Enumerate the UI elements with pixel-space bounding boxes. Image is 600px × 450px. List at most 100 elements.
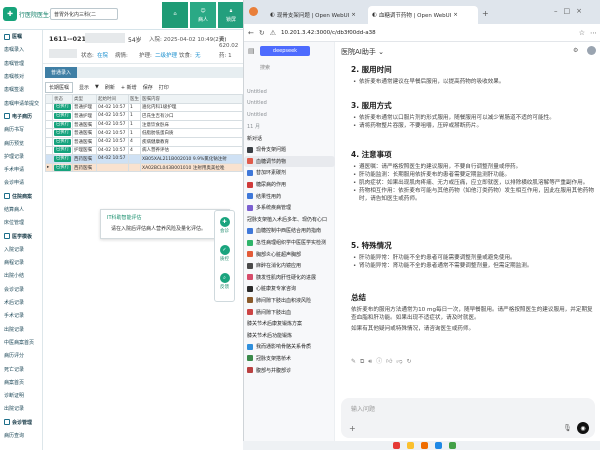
chat-history-item[interactable]: 肠间隙下肢出血 bbox=[244, 306, 335, 318]
app-icon[interactable] bbox=[393, 442, 400, 449]
microphone-icon[interactable]: 🎙︎ bbox=[563, 424, 572, 432]
chat-history-item[interactable]: 冠脉支架植入术后多年、现仍有心口 bbox=[244, 214, 335, 226]
sidebar-item[interactable]: 出院记录 bbox=[0, 402, 42, 415]
chat-history-item[interactable]: 结果性用药 bbox=[244, 190, 335, 202]
sidebar-item[interactable]: 死亡记录 bbox=[0, 362, 42, 375]
sidebar-search[interactable]: 搜索 bbox=[260, 64, 270, 71]
chat-history-item[interactable]: 腹部与并腹部诊 bbox=[244, 364, 335, 376]
table-row[interactable]: 已执行 护理医嘱 04-02 10:57 4 病人营养评估 bbox=[45, 145, 243, 156]
menu-icon[interactable]: ⋯ bbox=[590, 29, 597, 37]
chat-input-box[interactable]: 输入问题 + 🎙︎ ◉ bbox=[341, 398, 595, 438]
sidebar-item[interactable]: 手术记录 bbox=[0, 309, 42, 322]
chat-history-item[interactable]: 冠脉支架搭桥术 bbox=[244, 353, 335, 365]
app-icon[interactable] bbox=[407, 442, 414, 449]
chat-history-item[interactable]: Untitled bbox=[244, 86, 335, 98]
float-button-feedback[interactable]: ⌕ 反馈 bbox=[215, 267, 234, 295]
sidebar-item[interactable]: 术后记录 bbox=[0, 296, 42, 309]
sidebar-item[interactable]: 会诊申请 bbox=[0, 176, 42, 189]
sidebar-item[interactable]: 手术申请 bbox=[0, 163, 42, 176]
sidebar-item[interactable]: 中医病案首页 bbox=[0, 336, 42, 349]
table-row[interactable]: 已执行 普通医嘱 04-02 10:57 4 疾病健康教育 bbox=[45, 136, 243, 147]
float-button-consult[interactable]: ✚ 会诊 bbox=[215, 211, 234, 239]
sidebar-item[interactable]: 病历评分 bbox=[0, 349, 42, 362]
table-row[interactable]: 已执行 普通护理 04-02 10:57 1 巴氏生吉有沙口 bbox=[45, 111, 243, 121]
sidebar-item[interactable]: 病历书写 bbox=[0, 123, 42, 136]
sidebar-item[interactable]: 患嘱签退 bbox=[0, 83, 42, 96]
add-button[interactable]: + 新增 bbox=[121, 84, 137, 91]
user-avatar[interactable] bbox=[587, 46, 596, 55]
profile-avatar[interactable] bbox=[249, 7, 258, 16]
top-button-home[interactable]: ⌂ bbox=[162, 2, 188, 28]
chat-history-item[interactable]: 新对话 bbox=[244, 132, 335, 144]
sidebar-item[interactable]: 出院小结 bbox=[0, 269, 42, 282]
star-icon[interactable]: ☆ bbox=[579, 29, 585, 37]
close-icon[interactable]: × bbox=[453, 12, 458, 18]
chat-history-item[interactable]: 膝关节术后功能锻炼 bbox=[244, 329, 335, 341]
sidebar-item[interactable]: 病历预览 bbox=[0, 136, 42, 149]
chat-history-item[interactable]: 替加环素碳剂 bbox=[244, 167, 335, 179]
sidebar-item[interactable]: 床位管理 bbox=[0, 216, 42, 229]
app-icon[interactable] bbox=[449, 442, 456, 449]
chat-history-item[interactable]: 我而通影响骨骼关系骨质 bbox=[244, 341, 335, 353]
chat-history-item[interactable]: 多系统疾病管理 bbox=[244, 202, 335, 214]
sidebar-item[interactable]: 会诊记录 bbox=[0, 283, 42, 296]
department-select[interactable]: 普胃外化内三科(二 bbox=[50, 8, 118, 20]
sidebar-item[interactable]: 患嘱录入 bbox=[0, 43, 42, 56]
browser-tab-1[interactable]: ◐ 现骨支架问题 | Open WebUI × bbox=[266, 6, 366, 24]
chat-history-item[interactable]: 膝关节术后康复锻炼方案 bbox=[244, 318, 335, 330]
chat-history-item[interactable]: 胰发性肌肉肝性硬化的进展 bbox=[244, 272, 335, 284]
assessment-popup[interactable]: IT科助智能评估 请在入院后评估病人营养风险及量化评估。 × bbox=[100, 209, 230, 239]
show-dropdown[interactable]: ▼ bbox=[95, 84, 99, 90]
chat-input[interactable]: 输入问题 bbox=[351, 404, 375, 413]
back-icon[interactable]: ← bbox=[248, 29, 254, 37]
tab-order-entry[interactable]: 普通录入 bbox=[45, 67, 78, 78]
sidebar-group[interactable]: 医嘱 bbox=[0, 30, 42, 43]
sidebar-item[interactable]: 护理记录 bbox=[0, 150, 42, 163]
app-icon[interactable] bbox=[421, 442, 428, 449]
chat-history-item[interactable]: 糖尿病的作用 bbox=[244, 179, 335, 191]
chat-history-item[interactable]: 麻醉在消化内镜应用 bbox=[244, 260, 335, 272]
sidebar-toggle-icon[interactable]: ▤ bbox=[248, 47, 255, 55]
chat-history-item[interactable]: Untitled bbox=[244, 109, 335, 121]
float-button-quality[interactable]: ✓ 质控 bbox=[215, 239, 234, 267]
sidebar-item[interactable]: 结算病人 bbox=[0, 203, 42, 216]
chat-history-item[interactable]: 肺间隙下肢出血积液风险 bbox=[244, 295, 335, 307]
sidebar-item[interactable]: 病程记录 bbox=[0, 256, 42, 269]
window-controls[interactable]: –□× bbox=[554, 7, 588, 15]
order-type-select[interactable]: 长期医嘱 bbox=[45, 81, 74, 93]
sidebar-item[interactable]: 入院记录 bbox=[0, 243, 42, 256]
refresh-button[interactable]: 刷新 bbox=[105, 84, 115, 91]
sidebar-group[interactable]: 住院病案 bbox=[0, 190, 42, 203]
top-button-lock[interactable]: 🔒︎ 锁屏 bbox=[218, 2, 243, 28]
url-field[interactable]: 10.201.3.42:3000/c/db3f00dd-a38 bbox=[281, 30, 574, 36]
table-row[interactable]: 已执行 西药医嘱 04-02 10:57 XB05XAL211B002010 9.9%… bbox=[45, 154, 243, 164]
table-row[interactable]: ▸ 已执行 西药医嘱 XA02BCL043B001010 注射用奥美拉唑 bbox=[45, 162, 243, 173]
table-row[interactable]: 已执行 普通护理 04-02 10:57 1 遍化内科1级护理 bbox=[45, 102, 243, 113]
chat-history-item[interactable]: 急性病理组织学中医医学实检测 bbox=[244, 237, 335, 249]
app-icon[interactable] bbox=[435, 442, 442, 449]
refresh-icon[interactable]: ↻ bbox=[259, 29, 265, 37]
settings-icon[interactable]: ⚙ bbox=[573, 47, 578, 54]
sidebar-group[interactable]: 会诊管理 bbox=[0, 416, 42, 429]
save-button[interactable]: 保存 bbox=[143, 84, 153, 91]
sidebar-group[interactable]: 医学模板 bbox=[0, 229, 42, 242]
chat-history-item[interactable]: 现骨支架问题 bbox=[244, 144, 335, 156]
table-row[interactable]: 已执行 普通医嘱 04-02 10:57 1 低脂肪低蛋白质 bbox=[45, 128, 243, 138]
voice-mode-icon[interactable]: ◉ bbox=[577, 422, 589, 434]
sidebar-item[interactable]: 患嘱申请单提交 bbox=[0, 96, 42, 109]
chat-history-item[interactable]: 血糖调节药物 bbox=[244, 155, 335, 168]
sidebar-item[interactable]: 患嘱管理 bbox=[0, 57, 42, 70]
sidebar-item[interactable]: 出院记录 bbox=[0, 323, 42, 336]
chat-history-item[interactable]: 胸部炎心脏超声胸部 bbox=[244, 248, 335, 260]
chat-history-item[interactable]: Untitled bbox=[244, 98, 335, 110]
sidebar-item[interactable]: 病历查询 bbox=[0, 429, 42, 442]
top-button-patient[interactable]: ☺ 病人 bbox=[190, 2, 216, 28]
message-actions[interactable]: ✎⧉🔊︎ⓘ👍︎👎︎↻ bbox=[351, 356, 415, 366]
sidebar-item[interactable]: 患嘱核对 bbox=[0, 70, 42, 83]
print-button[interactable]: 打印 bbox=[159, 84, 169, 91]
sidebar-item[interactable]: 病案首页 bbox=[0, 376, 42, 389]
sidebar-item[interactable]: 诊断证明 bbox=[0, 389, 42, 402]
browser-tab-2[interactable]: ◐ 血糖调节药物 | Open WebUI × bbox=[368, 6, 478, 24]
close-icon[interactable]: × bbox=[351, 12, 356, 18]
plus-icon[interactable]: + bbox=[349, 424, 356, 433]
